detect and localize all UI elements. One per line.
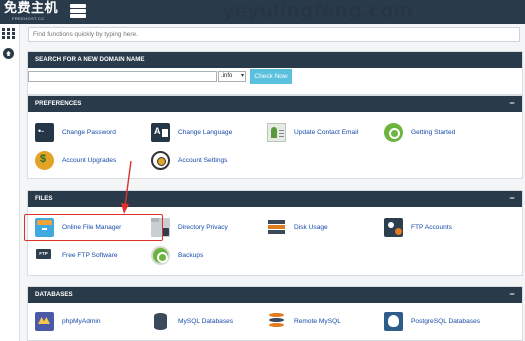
panel-title: SEARCH FOR A NEW DOMAIN NAME [28,52,522,68]
phpmyadmin-icon [35,312,54,331]
logo[interactable]: 免费主机 FREEHOST.CC [4,1,90,23]
collapse-icon[interactable]: − [508,191,516,206]
logo-text: 免费主机 [4,1,59,16]
ftp-accounts-icon [384,218,403,237]
item-label: Disk Usage [294,224,328,231]
collapse-icon[interactable]: − [508,96,516,111]
collapse-icon[interactable]: − [508,287,516,302]
panel-title: FILES [35,195,53,202]
password-icon [35,123,54,142]
server-icon [70,4,86,21]
left-rail [0,24,20,341]
contact-email-icon [267,123,286,142]
domain-input[interactable] [28,71,217,82]
item-label: Free FTP Software [62,252,118,259]
item-label: MySQL Databases [178,318,234,325]
apps-grid-icon[interactable] [2,28,15,39]
item-label: phpMyAdmin [62,318,101,325]
getting-started-icon [384,123,403,142]
postgresql-icon [384,312,403,331]
language-icon [151,123,170,142]
mysql-icon [151,312,170,331]
databases-panel: DATABASES − phpMyAdmin MySQL Databases R… [27,286,523,341]
ftp-software-icon [35,246,54,265]
preferences-panel: PREFERENCES − Change Password Change Lan… [27,95,523,179]
search-input[interactable] [28,27,520,42]
watermark: yeyulingfeng.com [222,0,413,22]
item-label: FTP Accounts [411,224,452,231]
disk-usage-icon [267,218,286,237]
remote-mysql-icon [267,312,286,331]
panel-header: FILES − [28,191,522,207]
item-label: Change Language [178,129,233,136]
panel-title: PREFERENCES [35,100,82,107]
item-label: Backups [178,252,204,259]
item-label: Change Password [62,129,116,136]
account-settings-icon [151,151,170,170]
item-label: Directory Privacy [178,224,228,231]
home-icon[interactable] [3,48,14,59]
item-label: PostgreSQL Databases [411,318,481,325]
account-upgrades-icon [35,151,54,170]
panel-title: DATABASES [35,291,73,298]
item-label: Account Upgrades [62,157,117,164]
backups-icon [151,246,170,265]
domain-search-panel: SEARCH FOR A NEW DOMAIN NAME .info Check… [27,51,523,95]
check-now-button[interactable]: Check Now [250,69,292,84]
panel-header: DATABASES − [28,287,522,303]
panel-header: PREFERENCES − [28,96,522,112]
logo-subtext: FREEHOST.CC [12,16,45,21]
item-label: Update Contact Email [294,129,359,136]
highlight-box [24,214,163,241]
item-label: Account Settings [178,157,228,164]
item-label: Remote MySQL [294,318,341,325]
tld-select[interactable]: .info [218,71,246,82]
item-label: Getting Started [411,129,456,136]
